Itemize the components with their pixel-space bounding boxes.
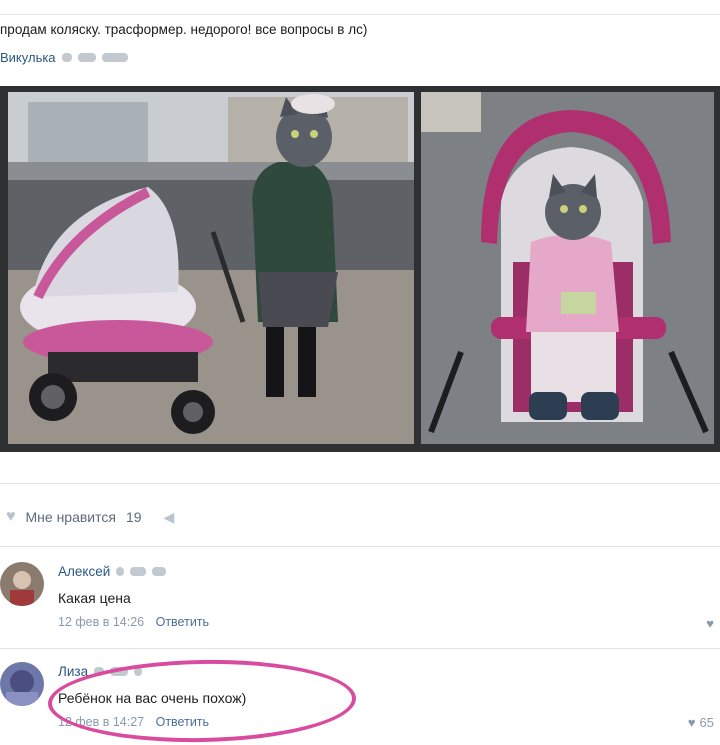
comment-text: Какая цена [58, 590, 131, 606]
heart-icon: ♥ [706, 616, 714, 631]
comment-like-count: 65 [699, 715, 714, 730]
redacted-mark [116, 567, 125, 576]
redacted-mark [130, 567, 147, 576]
like-label: Мне нравится [25, 509, 116, 525]
heart-icon: ♥ [687, 715, 696, 730]
comment-meta: 12 фев в 14:26 Ответить [58, 615, 209, 629]
comment-author[interactable]: Алексей [58, 564, 167, 579]
redacted-mark [77, 53, 96, 62]
comment-like-button[interactable]: ♥ [706, 616, 714, 631]
like-count: 19 [125, 509, 142, 525]
divider [0, 648, 720, 649]
author-name[interactable]: Викулька [0, 50, 56, 65]
post-author[interactable]: Викулька [0, 50, 128, 65]
post-text: продам коляску. трасформер. недорого! вс… [0, 22, 368, 37]
photo-stroller-child[interactable] [421, 92, 714, 444]
photo-left-illustration [8, 92, 414, 444]
comment-author-name[interactable]: Алексей [58, 564, 110, 579]
like-button[interactable]: ♥ Мне нравится 19 ◀ [6, 508, 174, 526]
divider [0, 483, 720, 484]
divider [0, 546, 720, 547]
redacted-mark [61, 53, 72, 62]
avatar[interactable] [0, 662, 44, 706]
redacted-mark [152, 567, 167, 576]
megaphone-icon[interactable]: ◀ [164, 509, 175, 526]
avatar[interactable] [0, 562, 44, 606]
top-divider [0, 14, 720, 15]
comment-like-button[interactable]: ♥ 65 [688, 715, 714, 730]
redacted-mark [101, 53, 128, 62]
photo-stroller-woman[interactable] [8, 92, 414, 444]
heart-icon: ♥ [6, 508, 16, 525]
photo-attachments [0, 86, 720, 452]
comment-date[interactable]: 12 фев в 14:26 [58, 615, 144, 629]
reply-button[interactable]: Ответить [156, 615, 209, 629]
photo-right-illustration [421, 92, 714, 444]
